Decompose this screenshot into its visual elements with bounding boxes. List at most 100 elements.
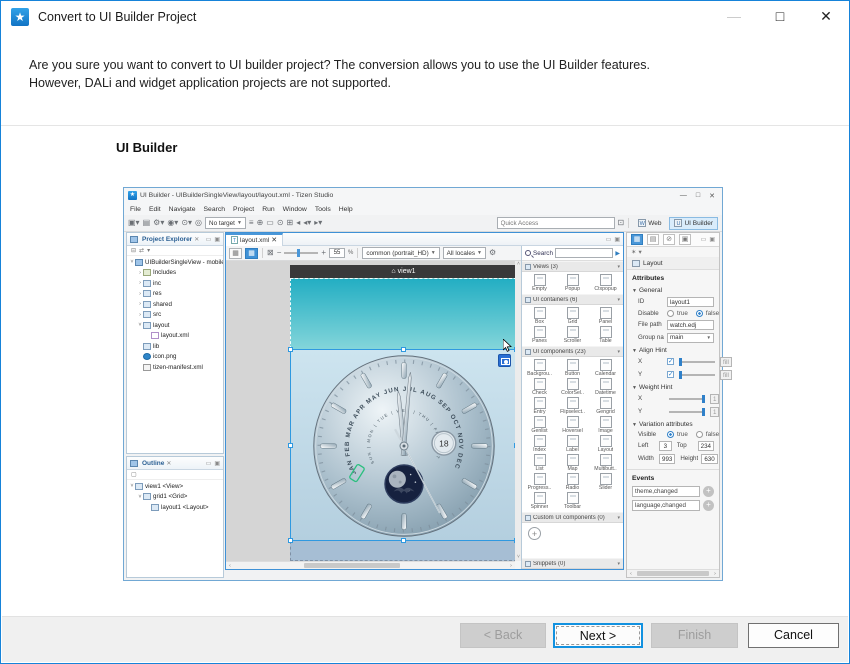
component-icon	[567, 359, 579, 371]
component-icon	[567, 473, 579, 485]
canvas-horizontal-scrollbar[interactable]: ‹ ›	[226, 561, 515, 569]
tree-item-icon	[135, 483, 143, 490]
close-button[interactable]: ✕	[803, 1, 849, 33]
link-editor-icon: ⇄	[139, 247, 144, 254]
variation-group: ▼Variation attributes	[627, 418, 719, 429]
minimize-editor-icon: ▭	[606, 236, 612, 243]
left-input: 3	[659, 441, 672, 451]
height-input: 630	[701, 454, 717, 464]
palette-item: Label	[556, 435, 589, 453]
component-icon	[600, 307, 612, 319]
component-label: Slider	[599, 485, 612, 491]
component-label: Label	[566, 447, 579, 453]
palette-item: Hoversel	[556, 416, 589, 434]
align-x-slider	[679, 361, 715, 363]
project-tree-item: › Includes	[127, 268, 223, 279]
project-explorer-icon	[130, 236, 138, 243]
component-label: Backgrou..	[527, 371, 552, 377]
section-icon	[525, 349, 531, 355]
tree-item-icon	[151, 504, 159, 511]
scroll-left-icon[interactable]: ‹	[627, 571, 635, 577]
scroll-right-icon[interactable]: ›	[711, 571, 719, 577]
tree-item-label: grid1 <Grid>	[153, 493, 187, 500]
view-header: ⌂ view1	[290, 265, 515, 278]
project-tree: ˅ UIBuilderSingleView - mobile-4.0 › Inc…	[127, 256, 223, 373]
locale-selector: All locales ▼	[443, 247, 486, 259]
component-icon	[534, 492, 546, 504]
dialog-title: Convert to UI Builder Project	[38, 10, 196, 24]
zoom-in-icon: +	[321, 248, 326, 258]
events-list: theme,changed + language,changed +	[627, 484, 719, 512]
component-icon	[534, 326, 546, 338]
scroll-left-icon[interactable]: ‹	[226, 563, 234, 569]
chevron-down-icon: ▼	[431, 250, 436, 256]
components-grid: Backgrou.. Button Calendar	[522, 357, 623, 512]
preview-tab-icon: ▤	[647, 234, 659, 245]
tab-close-icon: ✕	[271, 236, 277, 244]
tree-item-icon	[143, 493, 151, 500]
component-icon	[600, 435, 612, 447]
align-y-slider	[679, 374, 715, 376]
palette-item: Spinner	[523, 492, 556, 510]
layout-xml-tab: T layout.xml ✕	[226, 233, 283, 246]
selection-handle	[288, 443, 293, 448]
menu-item: Project	[233, 206, 254, 213]
scrollbar-thumb[interactable]	[304, 563, 400, 568]
palette-item: Panel	[589, 307, 622, 325]
add-custom-component-row: +	[522, 523, 623, 543]
scrollbar-thumb[interactable]	[637, 571, 709, 576]
home-icon: ⌂	[391, 268, 395, 275]
events-title: Events	[627, 469, 719, 484]
mouse-cursor	[503, 339, 512, 352]
section-title: UI Builder	[116, 140, 177, 155]
tree-item-label: tizen-manifest.xml	[153, 364, 203, 371]
project-explorer-tab: Project Explorer ✕ ▭ ▣	[127, 233, 223, 246]
component-label: Spinner	[531, 504, 549, 510]
properties-horizontal-scrollbar[interactable]: ‹ ›	[627, 569, 719, 577]
message-line-2: However, DALi and widget application pro…	[29, 75, 650, 93]
tree-item-label: lib	[153, 343, 159, 350]
pin-row: ✶ ▾	[627, 247, 719, 258]
chevron-down-icon: ▾	[638, 248, 641, 256]
component-icon	[567, 454, 579, 466]
component-label: Table	[599, 338, 611, 344]
project-tree-item: icon.png	[127, 352, 223, 363]
maximize-button[interactable]: □	[757, 1, 803, 33]
studio-window-title: UI Builder - UIBuilderSingleView/layout/…	[140, 192, 677, 199]
align-y-checkbox: ✓	[667, 371, 674, 378]
align-x-checkbox: ✓	[667, 358, 674, 365]
section-icon	[525, 561, 531, 567]
studio-maximize-icon: □	[696, 192, 700, 200]
tree-item-label: layout1 <Layout>	[161, 504, 208, 511]
tab-close-icon: ✕	[194, 236, 199, 243]
properties-panel: ▦ ▤ ⊘ ▣ ▭ ▣ ✶ ▾ Layout Attrib	[626, 232, 720, 578]
studio-minimize-icon: —	[680, 192, 687, 200]
component-icon	[534, 473, 546, 485]
component-label: Check	[532, 390, 547, 396]
visible-false-radio	[696, 431, 703, 438]
palette-item: Gengrid	[589, 397, 622, 415]
components-section-header: UI components (23) ▾	[522, 346, 623, 357]
left-column: Project Explorer ✕ ▭ ▣ ⊟ ⇄ ▾	[126, 232, 225, 578]
tree-item-label: inc	[153, 280, 161, 287]
collapse-section-icon: ▾	[617, 561, 620, 567]
next-button[interactable]: Next >	[553, 623, 643, 648]
date-value: 18	[439, 438, 449, 448]
tree-item-label: Includes	[153, 269, 176, 276]
minimize-panel-icon: ▭	[701, 236, 707, 243]
view-menu-icon: ▾	[147, 247, 150, 254]
tree-item-icon	[143, 364, 151, 371]
forward-history-icon: ▸▾	[314, 218, 322, 228]
palette-item: Grid	[556, 307, 589, 325]
component-label: Image	[598, 428, 612, 434]
component-icon	[567, 492, 579, 504]
xml-file-icon: T	[231, 236, 238, 244]
cancel-button[interactable]: Cancel	[748, 623, 839, 648]
layout-widget-icon	[632, 260, 640, 267]
minimize-panel-icon: ▭	[206, 460, 212, 467]
outline-icon	[130, 460, 138, 467]
scroll-right-icon[interactable]: ›	[507, 563, 515, 569]
component-label: Empty	[532, 286, 547, 292]
chevron-down-icon: ▼	[237, 220, 242, 226]
file-path-input: watch.edj	[667, 320, 714, 330]
